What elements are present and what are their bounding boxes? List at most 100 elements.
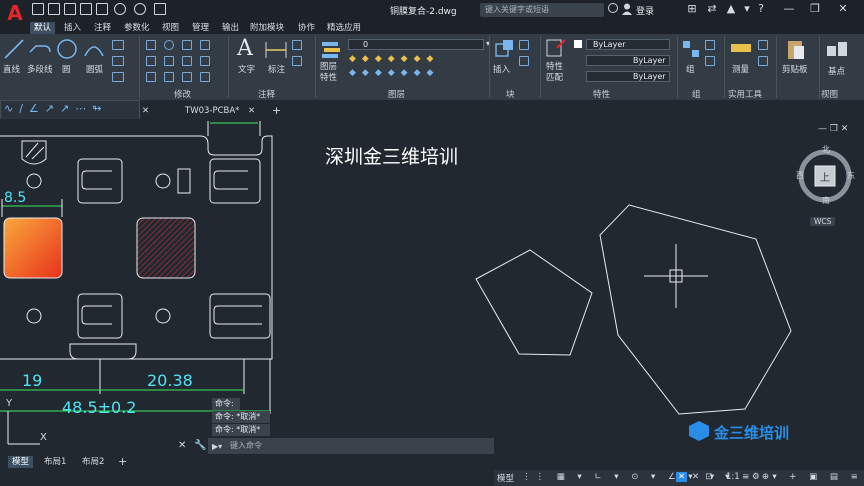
measure-icon[interactable] (730, 40, 752, 56)
circle-tool-label[interactable]: 圆 (62, 63, 71, 75)
line-tool-label[interactable]: 直线 (3, 63, 20, 75)
dimension-tool-label[interactable]: 标注 (268, 63, 285, 75)
dropdown-icon[interactable]: ▾ (740, 2, 754, 16)
annotation-scale-icon[interactable]: ✕ (676, 472, 688, 482)
groups-panel-label[interactable]: 组 (692, 88, 701, 100)
viewcube-north[interactable]: 北 (822, 144, 830, 155)
fillet-icon[interactable] (182, 56, 192, 66)
tab-collaborate[interactable]: 协作 (298, 22, 315, 34)
print-icon[interactable] (96, 3, 108, 15)
layer-state-icons[interactable]: ◆◆◆◆◆◆◆ (349, 68, 439, 78)
viewcube-east[interactable]: 东 (847, 170, 855, 181)
base-tool-label[interactable]: 基点 (828, 65, 845, 77)
id-point-icon[interactable] (758, 56, 768, 66)
tab-view[interactable]: 视图 (162, 22, 179, 34)
base-view-icon[interactable] (826, 40, 848, 58)
array-icon[interactable] (182, 72, 192, 82)
line-icon[interactable] (3, 38, 25, 60)
new-icon[interactable] (32, 3, 44, 15)
undo-icon[interactable] (114, 3, 126, 15)
saveas-icon[interactable] (80, 3, 92, 15)
group-icon[interactable] (682, 40, 700, 58)
doc-tab[interactable]: TW03-PCBA* (185, 104, 239, 118)
tab-manage[interactable]: 管理 (192, 22, 209, 34)
viewcube-west[interactable]: 西 (796, 170, 804, 181)
insert-tool-label[interactable]: 插入 (493, 63, 510, 75)
explode-icon[interactable] (200, 56, 210, 66)
user-icon[interactable] (622, 3, 632, 15)
new-tab-icon[interactable]: + (272, 104, 281, 118)
table-icon[interactable] (292, 56, 302, 66)
calculator-icon[interactable] (758, 40, 768, 50)
command-close-icon[interactable]: ✕ (178, 440, 186, 451)
share-icon[interactable] (154, 3, 166, 15)
search-icon[interactable] (608, 3, 618, 13)
rectangle-icon[interactable] (112, 56, 124, 66)
create-block-icon[interactable] (519, 40, 529, 50)
close-icon[interactable]: ✕ (836, 2, 850, 16)
insert-block-icon[interactable] (494, 38, 516, 60)
wcs-menu[interactable]: WCS (810, 217, 836, 226)
stretch-icon[interactable] (146, 72, 156, 82)
group-edit-icon[interactable] (705, 56, 715, 66)
layer-dropdown[interactable]: 0 (348, 39, 484, 50)
block-panel-label[interactable]: 块 (506, 88, 515, 100)
help-icon[interactable]: ? (754, 2, 768, 16)
tab-featured-apps[interactable]: 精选应用 (327, 22, 361, 34)
circle-icon[interactable] (56, 38, 78, 60)
polyline-icon[interactable] (28, 38, 52, 60)
viewport-controls[interactable]: — ❐ ✕ (818, 124, 848, 134)
layout-tab-model[interactable]: 模型 (8, 456, 34, 468)
lineweight-dropdown[interactable]: ByLayer (586, 71, 670, 82)
polyline-tool-label[interactable]: 多段线 (27, 63, 53, 75)
text-tool-label[interactable]: 文字 (238, 63, 255, 75)
copy-icon[interactable] (146, 56, 156, 66)
hatch-icon[interactable] (112, 72, 124, 82)
modify-panel-label[interactable]: 修改 (174, 88, 191, 100)
layout-tab-layout2[interactable]: 布局2 (78, 456, 108, 468)
rotate-icon[interactable] (164, 40, 174, 50)
add-layout-icon[interactable]: + (114, 456, 131, 468)
status-settings-icons[interactable]: ⚙ ▾ + ▣ ▤ ≡ (752, 472, 863, 482)
view-panel-label[interactable]: 视图 (821, 88, 838, 100)
tab-annotate[interactable]: 注释 (94, 22, 111, 34)
tab-addins[interactable]: 附加模块 (250, 22, 284, 34)
offset-icon[interactable] (200, 72, 210, 82)
layout-tab-layout1[interactable]: 布局1 (40, 456, 70, 468)
edit-block-icon[interactable] (519, 56, 529, 66)
viewcube-top-face[interactable]: 上 (820, 169, 830, 184)
tab-home[interactable]: 默认 (30, 22, 56, 34)
properties-panel-label[interactable]: 特性 (593, 88, 610, 100)
open-icon[interactable] (48, 3, 60, 15)
ungroup-icon[interactable] (705, 40, 715, 50)
doc-tab-close-icon[interactable]: ✕ (142, 104, 149, 118)
tab-output[interactable]: 输出 (222, 22, 239, 34)
annotation-scale-label[interactable]: 1:1 (726, 472, 740, 482)
command-input[interactable]: 键入命令 (208, 438, 494, 454)
restore-icon[interactable]: ❐ (808, 2, 822, 16)
model-space-button[interactable]: 模型 (497, 472, 514, 484)
match-properties-icon[interactable] (545, 38, 567, 60)
mirror-icon[interactable] (164, 56, 174, 66)
redo-icon[interactable] (134, 3, 146, 15)
tab-parametric[interactable]: 参数化 (124, 22, 150, 34)
autodesk-icon[interactable]: ▲ (724, 2, 738, 16)
arc-tool-label[interactable]: 圆弧 (86, 63, 103, 75)
draw-extra-tools-icons[interactable]: ∿∕∠↗↗⋯↬ (4, 102, 107, 115)
cart-icon[interactable]: ⊞ (685, 2, 699, 16)
color-dropdown[interactable]: ByLayer (586, 39, 670, 50)
command-prompt-icon[interactable]: ▶▾ (212, 442, 222, 451)
clipboard-tool-label[interactable]: 剪贴板 (782, 63, 808, 75)
command-customize-icon[interactable]: 🔧 (194, 440, 206, 451)
text-icon[interactable]: A (237, 36, 253, 61)
exchange-icon[interactable]: ⇄ (705, 2, 719, 16)
save-icon[interactable] (64, 3, 76, 15)
erase-icon[interactable] (200, 40, 210, 50)
trim-icon[interactable] (182, 40, 192, 50)
move-icon[interactable] (146, 40, 156, 50)
scale-icon[interactable] (164, 72, 174, 82)
polygon-icon[interactable] (112, 40, 124, 50)
measure-tool-label[interactable]: 测量 (732, 63, 749, 75)
login-button[interactable]: 登录 (636, 4, 654, 17)
paste-icon[interactable] (786, 38, 806, 60)
